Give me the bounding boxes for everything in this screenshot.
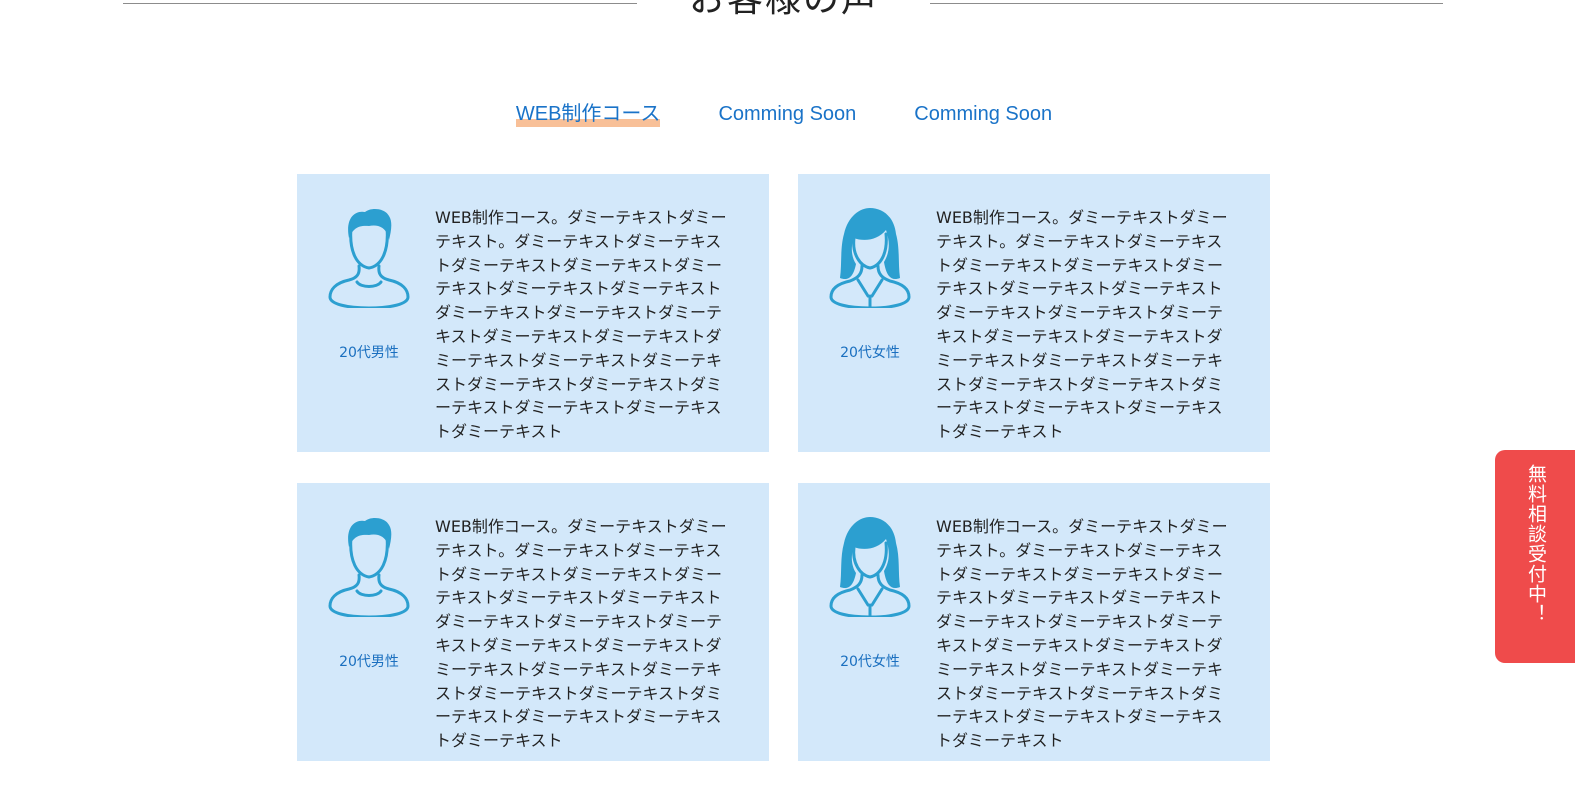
female-avatar-icon (829, 517, 911, 617)
free-consultation-button[interactable]: 無料相談受付中！ (1495, 450, 1575, 663)
tab-coming-soon-1[interactable]: Comming Soon (718, 100, 856, 128)
testimonial-card: 20代男性 WEB制作コース。ダミーテキストダミーテキスト。ダミーテキストダミー… (297, 174, 769, 452)
testimonial-text: WEB制作コース。ダミーテキストダミーテキスト。ダミーテキストダミーテキストダミ… (936, 208, 1228, 442)
course-tabs: WEB制作コース Comming Soon Comming Soon (0, 100, 1568, 128)
testimonial-text: WEB制作コース。ダミーテキストダミーテキスト。ダミーテキストダミーテキストダミ… (435, 517, 727, 751)
tab-coming-soon-2[interactable]: Comming Soon (914, 100, 1052, 128)
tab-web-course[interactable]: WEB制作コース (515, 100, 660, 128)
customer-label: 20代男性 (339, 345, 399, 361)
testimonial-text: WEB制作コース。ダミーテキストダミーテキスト。ダミーテキストダミーテキストダミ… (936, 517, 1228, 751)
testimonial-card: 20代男性 WEB制作コース。ダミーテキストダミーテキスト。ダミーテキストダミー… (297, 483, 769, 761)
testimonial-card: 20代女性 WEB制作コース。ダミーテキストダミーテキスト。ダミーテキストダミー… (798, 174, 1270, 452)
customer-label: 20代女性 (840, 654, 900, 670)
male-avatar-icon (328, 517, 410, 617)
testimonial-card: 20代女性 WEB制作コース。ダミーテキストダミーテキスト。ダミーテキストダミー… (798, 483, 1270, 761)
customer-label: 20代女性 (840, 345, 900, 361)
cta-label: 無料相談受付中！ (1525, 464, 1547, 624)
section-header: お客様の声 (0, 0, 1583, 40)
title-divider-right (930, 3, 1443, 4)
male-avatar-icon (328, 208, 410, 308)
female-avatar-icon (829, 208, 911, 308)
testimonial-text: WEB制作コース。ダミーテキストダミーテキスト。ダミーテキストダミーテキストダミ… (435, 208, 727, 442)
customer-label: 20代男性 (339, 654, 399, 670)
